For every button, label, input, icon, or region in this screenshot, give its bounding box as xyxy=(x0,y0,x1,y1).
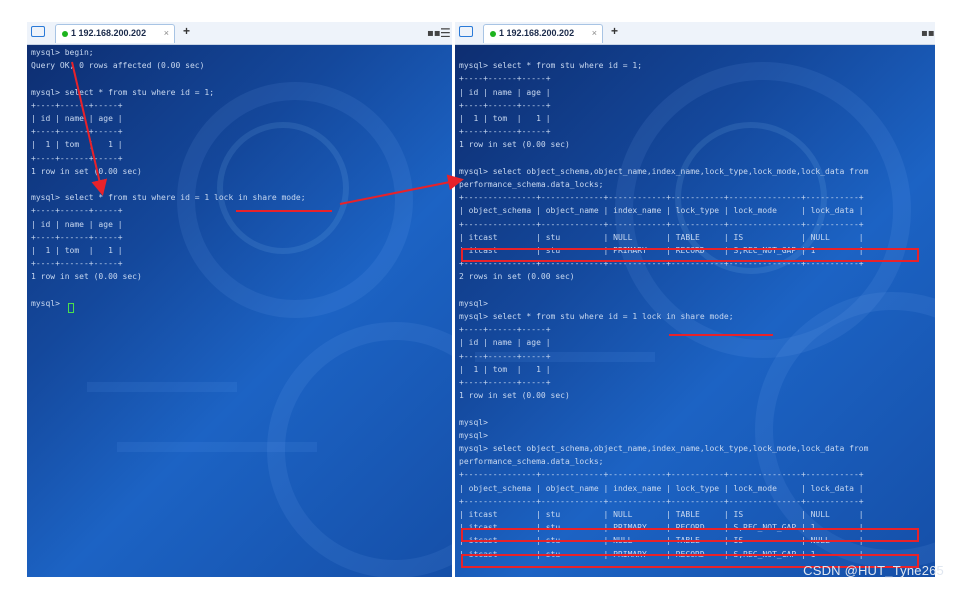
session-tab-label: 1 192.168.200.202 xyxy=(499,28,575,38)
terminal-line: +---------------+-------------+---------… xyxy=(459,470,864,480)
grid-view-icon[interactable]: ▪▪ xyxy=(427,28,441,39)
terminal-line: Query OK, 0 rows affected (0.00 sec) xyxy=(31,61,205,71)
grid-view-icon[interactable]: ▪▪ xyxy=(921,28,935,39)
terminal-line: 2 rows in set (0.00 sec) xyxy=(459,272,575,282)
add-tab-button[interactable]: + xyxy=(611,24,618,38)
session-tab-label: 1 192.168.200.202 xyxy=(71,28,147,38)
terminal-line: | 1 | tom | 1 | xyxy=(31,140,123,150)
terminal-line: | id | name | age | xyxy=(31,219,123,229)
terminal-line: 1 row in set (0.00 sec) xyxy=(459,140,570,150)
terminal-line: mysql> xyxy=(459,298,488,308)
terminal-line: +----+------+-----+ xyxy=(459,378,551,387)
terminal-line: +---------------+-------------+---------… xyxy=(459,219,864,229)
terminal-line: | itcast | stu | NULL | TABLE | IS | NUL… xyxy=(459,232,864,242)
terminal-line: +----+------+-----+ xyxy=(459,74,551,84)
terminal-line: +----+------+-----+ xyxy=(459,100,551,110)
terminal-line: +----+------+-----+ xyxy=(459,127,551,137)
terminal-line: | itcast | stu | NULL | TABLE | IS | NUL… xyxy=(459,510,864,519)
terminal-line: +----+------+-----+ xyxy=(31,100,123,110)
terminal-line: | object_schema | object_name | index_na… xyxy=(459,206,864,216)
terminal-line: 1 row in set (0.00 sec) xyxy=(31,166,142,176)
highlight-box xyxy=(461,528,919,542)
terminal-line: mysql> select object_schema,object_name,… xyxy=(459,166,869,176)
connected-status-icon xyxy=(490,31,496,37)
folder-icon[interactable] xyxy=(459,26,473,37)
terminal-line: +----+------+-----+ xyxy=(459,351,551,361)
menu-icon[interactable]: ☰ xyxy=(440,26,451,40)
right-terminal-pane[interactable]: 1 192.168.200.202 × + ▪▪ mysql> select *… xyxy=(455,22,935,577)
terminal-line: +----+------+-----+ xyxy=(31,259,123,269)
terminal-line: mysql> xyxy=(459,417,488,427)
session-tab[interactable]: 1 192.168.200.202 × xyxy=(55,24,175,43)
terminal-cursor xyxy=(68,303,74,313)
underline-highlight xyxy=(669,334,773,336)
terminal-line: mysql> select * from stu where id = 1 lo… xyxy=(31,193,306,203)
terminal-line: mysql> select * from stu where id = 1; xyxy=(459,61,643,71)
terminal-line: +---------------+-------------+---------… xyxy=(459,193,864,203)
terminal-line: +----+------+-----+ xyxy=(31,153,123,163)
terminal-line: | object_schema | object_name | index_na… xyxy=(459,483,864,493)
terminal-line: mysql> xyxy=(459,430,488,440)
underline-highlight xyxy=(236,210,332,212)
terminal-line: | 1 | tom | 1 | xyxy=(31,246,123,255)
terminal-line: performance_schema.data_locks; xyxy=(459,180,604,189)
terminal-line: +----+------+-----+ xyxy=(31,206,123,216)
terminal-line: mysql> xyxy=(31,298,65,308)
terminal-line: 1 row in set (0.00 sec) xyxy=(459,391,570,401)
add-tab-button[interactable]: + xyxy=(183,24,190,38)
terminal-line: | 1 | tom | 1 | xyxy=(459,364,551,374)
terminal-line: | id | name | age | xyxy=(31,114,123,123)
close-tab-icon[interactable]: × xyxy=(592,28,597,38)
connected-status-icon xyxy=(62,31,68,37)
terminal-line: +----+------+-----+ xyxy=(459,325,551,335)
folder-icon[interactable] xyxy=(31,26,45,37)
terminal-output[interactable]: mysql> select * from stu where id = 1; +-… xyxy=(459,48,931,577)
session-tab[interactable]: 1 192.168.200.202 × xyxy=(483,24,603,43)
terminal-line: 1 row in set (0.00 sec) xyxy=(31,272,142,282)
terminal-line: mysql> select * from stu where id = 1; xyxy=(31,87,215,97)
tab-bar: 1 192.168.200.202 × + ▪▪ ☰ xyxy=(27,22,452,45)
terminal-line: mysql> select object_schema,object_name,… xyxy=(459,444,869,453)
terminal-output[interactable]: mysql> begin; Query OK, 0 rows affected (… xyxy=(31,48,448,577)
terminal-line: | id | name | age | xyxy=(459,87,551,97)
watermark: CSDN @HUT_Tyne265 xyxy=(803,563,944,578)
terminal-line: +----+------+-----+ xyxy=(31,232,123,242)
terminal-line: +----+------+-----+ xyxy=(31,127,123,137)
highlight-box xyxy=(461,248,919,262)
terminal-line: | 1 | tom | 1 | xyxy=(459,114,551,123)
terminal-line: performance_schema.data_locks; xyxy=(459,457,604,467)
terminal-line: mysql> select * from stu where id = 1 lo… xyxy=(459,312,734,321)
terminal-line: mysql> begin; xyxy=(31,48,94,57)
terminal-line: +---------------+-------------+---------… xyxy=(459,496,864,506)
close-tab-icon[interactable]: × xyxy=(164,28,169,38)
left-terminal-pane[interactable]: 1 192.168.200.202 × + ▪▪ ☰ mysql> begin;… xyxy=(27,22,452,577)
tab-bar: 1 192.168.200.202 × + ▪▪ xyxy=(455,22,935,45)
terminal-line: | id | name | age | xyxy=(459,338,551,348)
